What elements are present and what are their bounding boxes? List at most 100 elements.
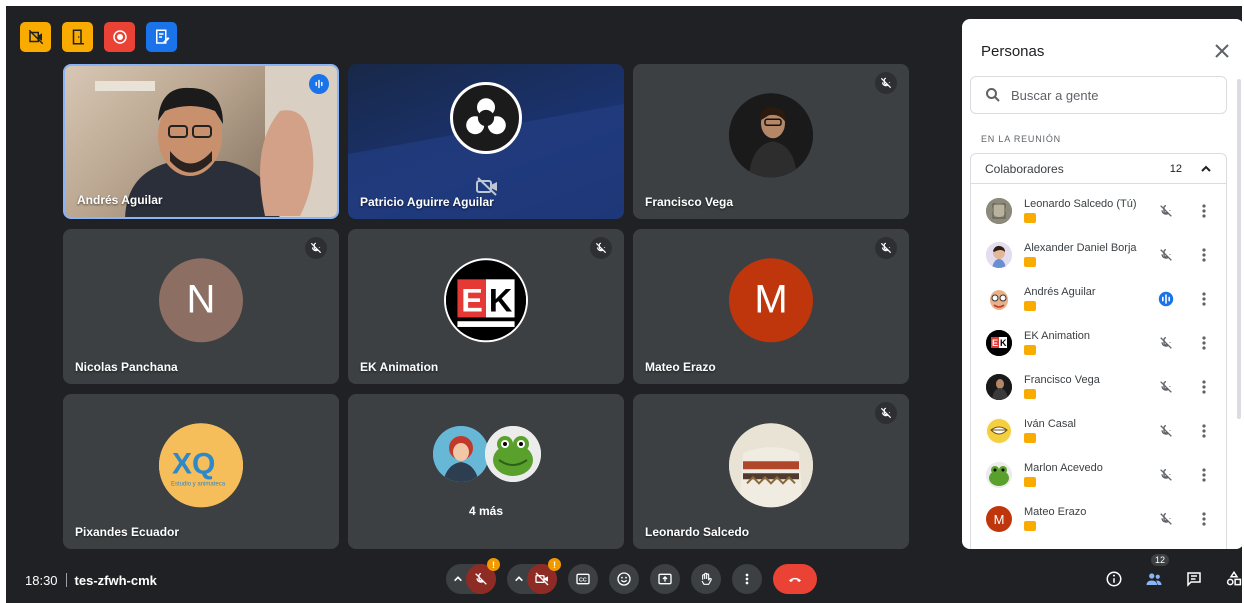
list-item[interactable]: M Mateo Erazo bbox=[971, 498, 1226, 542]
obs-logo bbox=[450, 82, 522, 154]
meeting-info: 18:30 tes-zfwh-cmk bbox=[25, 573, 157, 588]
mic-off-icon[interactable] bbox=[1156, 421, 1176, 441]
tile-leonardo-salcedo[interactable]: Leonardo Salcedo bbox=[633, 394, 909, 549]
participant-avatar: M bbox=[729, 257, 813, 342]
tile-ek-animation[interactable]: EK EK Animation bbox=[348, 229, 624, 384]
record-icon bbox=[112, 30, 127, 44]
tile-andres-aguilar[interactable]: Andrés Aguilar bbox=[63, 64, 339, 219]
more-vert-icon[interactable] bbox=[1196, 203, 1212, 219]
collaborators-group: Colaboradores 12 Leonardo Salcedo (Tú) A… bbox=[970, 153, 1227, 549]
activities-button[interactable] bbox=[1223, 568, 1242, 590]
tile-mateo-erazo[interactable]: M Mateo Erazo bbox=[633, 229, 909, 384]
more-vert-icon[interactable] bbox=[1196, 291, 1212, 307]
mic-control-group: ! bbox=[446, 558, 500, 594]
host-badge bbox=[1024, 213, 1036, 223]
mic-off-icon bbox=[875, 402, 897, 424]
activities-shapes-icon bbox=[1226, 570, 1242, 586]
camera-options-chevron-icon[interactable] bbox=[511, 571, 527, 587]
more-participants-label: 4 más bbox=[468, 504, 504, 518]
avatar: M bbox=[986, 506, 1012, 532]
group-count: 12 bbox=[1169, 162, 1182, 175]
list-item[interactable]: Francisco Vega bbox=[971, 366, 1226, 410]
tile-nicolas-panchana[interactable]: N Nicolas Panchana bbox=[63, 229, 339, 384]
present-button[interactable] bbox=[650, 564, 680, 594]
group-label: Colaboradores bbox=[985, 161, 1064, 176]
captions-button[interactable]: CC bbox=[568, 564, 598, 594]
list-item[interactable]: Andrés Aguilar bbox=[971, 278, 1226, 322]
list-item[interactable]: Iván Casal bbox=[971, 410, 1226, 454]
mic-off-icon[interactable] bbox=[1156, 377, 1176, 397]
people-button[interactable]: 12 bbox=[1143, 554, 1170, 590]
mic-off-icon[interactable] bbox=[1156, 465, 1176, 485]
tile-more-participants[interactable]: 4 más bbox=[348, 394, 624, 549]
more-vert-icon[interactable] bbox=[1196, 379, 1212, 395]
participant-name: Francisco Vega bbox=[1024, 374, 1100, 386]
more-options-button[interactable] bbox=[732, 564, 762, 594]
host-badge bbox=[1024, 433, 1036, 443]
participant-avatar bbox=[485, 426, 541, 482]
mic-toggle-button[interactable]: ! bbox=[466, 558, 500, 594]
participant-name: Iván Casal bbox=[1024, 418, 1076, 430]
closed-captions-icon: CC bbox=[576, 573, 590, 585]
notes-button[interactable] bbox=[146, 22, 177, 52]
reactions-button[interactable] bbox=[609, 564, 639, 594]
chevron-up-icon[interactable] bbox=[1200, 163, 1212, 175]
mic-off-icon[interactable] bbox=[1156, 333, 1176, 353]
tile-patricio-aguirre-aguilar[interactable]: Patricio Aguirre Aguilar bbox=[348, 64, 624, 219]
host-badge bbox=[1024, 257, 1036, 267]
more-vert-icon[interactable] bbox=[1196, 511, 1212, 527]
exit-room-button[interactable] bbox=[62, 22, 93, 52]
tile-pixandes-ecuador[interactable]: XQ Estudio y animateca Pixandes Ecuador bbox=[63, 394, 339, 549]
avatar bbox=[986, 198, 1012, 224]
mic-off-icon[interactable] bbox=[1156, 245, 1176, 265]
list-item-partial[interactable] bbox=[971, 542, 1226, 549]
host-badge bbox=[1024, 521, 1036, 531]
participant-avatar bbox=[433, 426, 489, 482]
more-vert-icon[interactable] bbox=[1196, 423, 1212, 439]
raise-hand-button[interactable] bbox=[691, 564, 721, 594]
mic-off-icon bbox=[305, 237, 327, 259]
leave-call-button[interactable] bbox=[773, 564, 817, 594]
mic-options-chevron-icon[interactable] bbox=[450, 571, 466, 587]
participant-name: Mateo Erazo bbox=[1024, 506, 1087, 518]
participant-name: Andrés Aguilar bbox=[1024, 286, 1096, 298]
list-item[interactable]: Marlon Acevedo bbox=[971, 454, 1226, 498]
hand-icon bbox=[701, 572, 712, 585]
call-controls: ! ! CC bbox=[446, 558, 817, 594]
mic-off-icon[interactable] bbox=[1156, 509, 1176, 529]
more-vert-icon[interactable] bbox=[1196, 247, 1212, 263]
list-item[interactable]: Leonardo Salcedo (Tú) bbox=[971, 190, 1226, 234]
hang-up-icon bbox=[789, 577, 801, 582]
chat-button[interactable] bbox=[1183, 568, 1205, 590]
close-icon[interactable] bbox=[1214, 43, 1230, 59]
group-header[interactable]: Colaboradores 12 bbox=[971, 154, 1226, 184]
side-controls: 12 bbox=[1103, 554, 1242, 590]
more-vert-icon[interactable] bbox=[1196, 467, 1212, 483]
mic-off-icon bbox=[875, 237, 897, 259]
record-button[interactable] bbox=[104, 22, 135, 52]
more-vert-icon[interactable] bbox=[1196, 335, 1212, 351]
svg-text:Estudio y animateca: Estudio y animateca bbox=[171, 481, 226, 487]
tile-name: Leonardo Salcedo bbox=[645, 525, 750, 539]
camera-toggle-button[interactable]: ! bbox=[527, 558, 561, 594]
host-badge bbox=[1024, 477, 1036, 487]
panel-scrollbar[interactable] bbox=[1237, 79, 1241, 419]
list-item[interactable]: EK EK Animation bbox=[971, 322, 1226, 366]
search-icon bbox=[986, 88, 1000, 102]
people-search[interactable] bbox=[970, 76, 1227, 114]
list-item[interactable]: Alexander Daniel Borja bbox=[971, 234, 1226, 278]
participant-name: Leonardo Salcedo (Tú) bbox=[1024, 198, 1137, 210]
tile-francisco-vega[interactable]: Francisco Vega bbox=[633, 64, 909, 219]
meet-window: Andrés Aguilar Patricio Aguirre Aguilar … bbox=[6, 6, 1242, 603]
chat-icon bbox=[1187, 572, 1201, 587]
tile-name: Mateo Erazo bbox=[645, 360, 716, 374]
search-input[interactable] bbox=[1011, 87, 1211, 103]
speaking-indicator-icon[interactable] bbox=[1156, 289, 1176, 309]
camera-control-group: ! bbox=[507, 558, 561, 594]
hide-video-button[interactable] bbox=[20, 22, 51, 52]
meeting-details-button[interactable] bbox=[1103, 568, 1125, 590]
mic-off-icon[interactable] bbox=[1156, 201, 1176, 221]
info-icon bbox=[1106, 571, 1122, 587]
people-count-badge: 12 bbox=[1151, 554, 1170, 566]
mic-off-icon bbox=[590, 237, 612, 259]
